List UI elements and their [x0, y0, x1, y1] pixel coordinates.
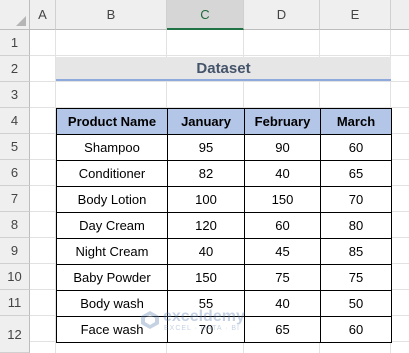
- table-row: Body wash 55 40 50: [56, 290, 392, 317]
- february-cell[interactable]: 65: [244, 316, 321, 343]
- row-header-7[interactable]: 7: [0, 186, 30, 212]
- row-header-2[interactable]: 2: [0, 56, 30, 82]
- dataset-title: Dataset: [56, 57, 391, 81]
- march-cell[interactable]: 60: [320, 316, 392, 343]
- product-name-cell[interactable]: Night Cream: [56, 238, 168, 265]
- march-cell[interactable]: 50: [320, 290, 392, 317]
- table-body: Shampoo 95 90 60 Conditioner 82 40 65 Body Lotio…: [56, 134, 392, 343]
- february-cell[interactable]: 60: [244, 212, 321, 239]
- column-header-c[interactable]: C: [167, 0, 244, 30]
- january-cell[interactable]: 40: [167, 238, 245, 265]
- select-all-triangle-icon: [16, 16, 26, 26]
- march-cell[interactable]: 85: [320, 238, 392, 265]
- header-january[interactable]: January: [167, 108, 245, 135]
- product-name-cell[interactable]: Baby Powder: [56, 264, 168, 291]
- row-header-5[interactable]: 5: [0, 134, 30, 160]
- product-name-cell[interactable]: Day Cream: [56, 212, 168, 239]
- march-cell[interactable]: 60: [320, 134, 392, 161]
- column-header-b[interactable]: B: [56, 0, 167, 30]
- table-row: Night Cream 40 45 85: [56, 238, 392, 265]
- row-header-3[interactable]: 3: [0, 82, 30, 108]
- table-header-row: Product Name January February March: [56, 108, 392, 135]
- march-cell[interactable]: 70: [320, 186, 392, 213]
- data-table: Product Name January February March Sham…: [56, 108, 392, 343]
- header-february[interactable]: February: [244, 108, 321, 135]
- row-header-1[interactable]: 1: [0, 30, 30, 56]
- january-cell[interactable]: 55: [167, 290, 245, 317]
- february-cell[interactable]: 150: [244, 186, 321, 213]
- product-name-cell[interactable]: Body wash: [56, 290, 168, 317]
- february-cell[interactable]: 90: [244, 134, 321, 161]
- table-row: Shampoo 95 90 60: [56, 134, 392, 161]
- table-row: Body Lotion 100 150 70: [56, 186, 392, 213]
- february-cell[interactable]: 40: [244, 160, 321, 187]
- column-header-d[interactable]: D: [244, 0, 320, 30]
- table-row: Day Cream 120 60 80: [56, 212, 392, 239]
- column-header-a[interactable]: A: [30, 0, 56, 30]
- march-cell[interactable]: 75: [320, 264, 392, 291]
- row-header-4[interactable]: 4: [0, 108, 30, 134]
- spreadsheet[interactable]: A B C D E 1 2 3 4 5 6 7 8 9 10 11 12 Dataset Produc…: [0, 0, 409, 353]
- march-cell[interactable]: 65: [320, 160, 392, 187]
- january-cell[interactable]: 120: [167, 212, 245, 239]
- january-cell[interactable]: 150: [167, 264, 245, 291]
- table-row: Baby Powder 150 75 75: [56, 264, 392, 291]
- january-cell[interactable]: 70: [167, 316, 245, 343]
- column-header-overflow: [391, 0, 409, 30]
- january-cell[interactable]: 82: [167, 160, 245, 187]
- february-cell[interactable]: 75: [244, 264, 321, 291]
- select-all-corner[interactable]: [0, 0, 30, 30]
- product-name-cell[interactable]: Face wash: [56, 316, 168, 343]
- header-product-name[interactable]: Product Name: [56, 108, 168, 135]
- january-cell[interactable]: 100: [167, 186, 245, 213]
- product-name-cell[interactable]: Body Lotion: [56, 186, 168, 213]
- table-row: Face wash 70 65 60: [56, 316, 392, 343]
- row-header-12[interactable]: 12: [0, 316, 30, 353]
- header-march[interactable]: March: [320, 108, 392, 135]
- february-cell[interactable]: 45: [244, 238, 321, 265]
- table-row: Conditioner 82 40 65: [56, 160, 392, 187]
- row-header-10[interactable]: 10: [0, 264, 30, 290]
- row-header-6[interactable]: 6: [0, 160, 30, 186]
- row-header-8[interactable]: 8: [0, 212, 30, 238]
- column-header-e[interactable]: E: [320, 0, 391, 30]
- january-cell[interactable]: 95: [167, 134, 245, 161]
- row-header-9[interactable]: 9: [0, 238, 30, 264]
- product-name-cell[interactable]: Conditioner: [56, 160, 168, 187]
- row-header-11[interactable]: 11: [0, 290, 30, 316]
- february-cell[interactable]: 40: [244, 290, 321, 317]
- march-cell[interactable]: 80: [320, 212, 392, 239]
- product-name-cell[interactable]: Shampoo: [56, 134, 168, 161]
